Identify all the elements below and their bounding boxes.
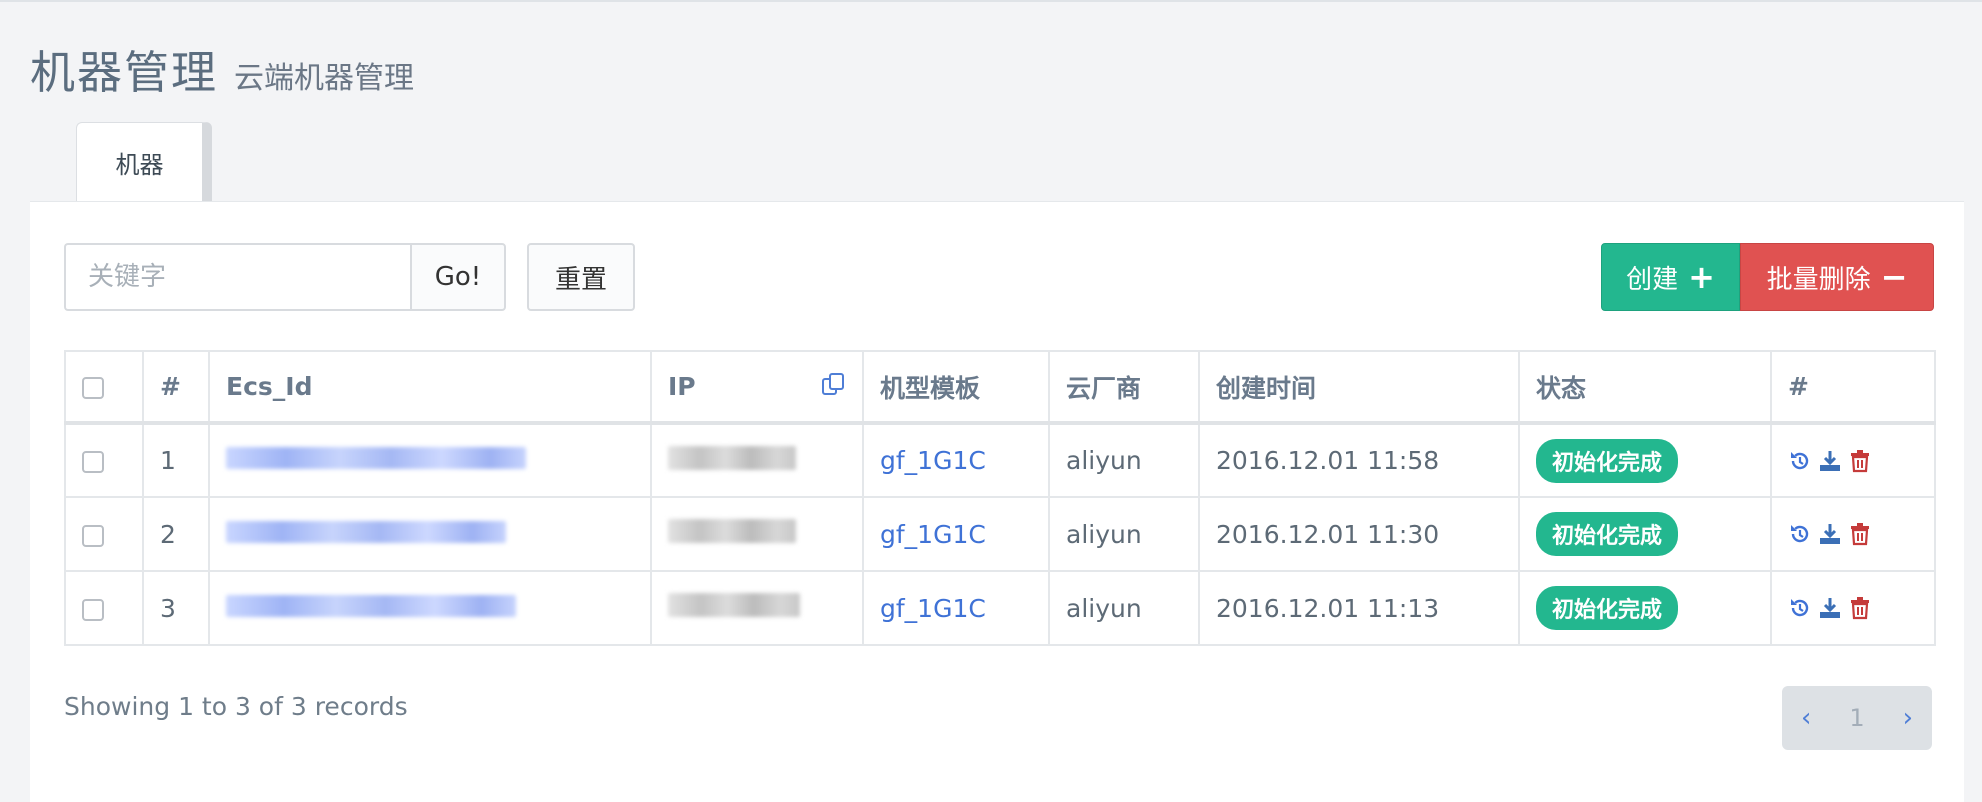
tab-label: 机器 (115, 151, 164, 179)
machines-table: # Ecs_Id IP 机型模板 云厂商 创建时间 状态 # 1 gf_1G1C… (64, 350, 1936, 646)
table-row: 1 gf_1G1C aliyun 2016.12.01 11:58 初始化完成 (64, 422, 1936, 498)
plus-icon: + (1688, 258, 1715, 296)
prev-page-button[interactable]: ‹ (1801, 703, 1811, 733)
tab-machines[interactable]: 机器 (76, 122, 212, 202)
trash-icon[interactable] (1848, 449, 1872, 473)
download-icon[interactable] (1818, 522, 1842, 546)
row-index: 1 (142, 422, 210, 498)
row-status: 初始化完成 (1518, 422, 1772, 498)
current-page[interactable]: 1 (1849, 704, 1864, 732)
row-ip (650, 422, 864, 498)
header-ip: IP (650, 350, 864, 425)
page-header: 机器管理 云端机器管理 (30, 36, 414, 101)
search-group: Go! (64, 243, 506, 311)
row-checkbox[interactable] (82, 598, 104, 621)
reset-button[interactable]: 重置 (527, 243, 635, 311)
top-border (0, 0, 1982, 2)
header-template: 机型模板 (862, 350, 1050, 425)
row-index: 2 (142, 496, 210, 572)
header-index: # (142, 350, 210, 425)
search-input[interactable] (64, 243, 410, 311)
row-actions (1770, 570, 1936, 646)
status-badge: 初始化完成 (1536, 586, 1679, 630)
create-button[interactable]: 创建 + (1601, 243, 1740, 311)
row-checkbox[interactable] (82, 451, 104, 473)
row-ecs-id (208, 496, 652, 572)
status-badge: 初始化完成 (1536, 438, 1679, 483)
status-badge: 初始化完成 (1536, 512, 1679, 556)
download-icon[interactable] (1818, 596, 1842, 620)
page-subtitle: 云端机器管理 (234, 61, 415, 96)
content-panel: Go! 重置 创建 + 批量删除 − # (30, 201, 1964, 802)
trash-icon[interactable] (1848, 522, 1872, 546)
row-created: 2016.12.01 11:30 (1198, 496, 1520, 572)
row-template-link[interactable]: gf_1G1C (862, 422, 1050, 498)
download-icon[interactable] (1818, 449, 1842, 473)
row-checkbox[interactable] (82, 524, 104, 547)
row-actions (1770, 496, 1936, 572)
batch-delete-button[interactable]: 批量删除 − (1740, 243, 1934, 311)
header-ecs-id[interactable]: Ecs_Id (208, 350, 652, 425)
records-summary: Showing 1 to 3 of 3 records (64, 692, 408, 721)
header-provider: 云厂商 (1048, 350, 1200, 425)
table-row: 2 gf_1G1C aliyun 2016.12.01 11:30 初始化完成 (64, 496, 1936, 572)
header-ip-label: IP (668, 372, 696, 401)
row-ip (650, 496, 864, 572)
table-row: 3 gf_1G1C aliyun 2016.12.01 11:13 初始化完成 (64, 570, 1936, 646)
row-status: 初始化完成 (1518, 496, 1772, 572)
row-ecs-id (208, 422, 652, 498)
row-provider: aliyun (1048, 570, 1200, 646)
create-button-label: 创建 (1626, 264, 1679, 295)
row-status: 初始化完成 (1518, 570, 1772, 646)
header-created: 创建时间 (1198, 350, 1520, 425)
copy-icon[interactable] (820, 371, 846, 403)
header-select-all (64, 350, 144, 425)
row-ip (650, 570, 864, 646)
row-provider: aliyun (1048, 496, 1200, 572)
header-status: 状态 (1518, 350, 1772, 425)
table-header-row: # Ecs_Id IP 机型模板 云厂商 创建时间 状态 # (64, 350, 1936, 425)
header-actions: # (1770, 350, 1936, 425)
go-button[interactable]: Go! (410, 243, 506, 311)
page-title: 机器管理 (30, 46, 219, 99)
row-index: 3 (142, 570, 210, 646)
pagination: ‹ 1 › (1782, 686, 1932, 750)
next-page-button[interactable]: › (1903, 703, 1913, 733)
history-icon[interactable] (1788, 449, 1812, 473)
row-template-link[interactable]: gf_1G1C (862, 496, 1050, 572)
minus-icon: − (1880, 258, 1908, 296)
history-icon[interactable] (1788, 596, 1812, 620)
row-created: 2016.12.01 11:13 (1198, 570, 1520, 646)
batch-delete-button-label: 批量删除 (1766, 264, 1871, 295)
trash-icon[interactable] (1848, 596, 1872, 620)
row-created: 2016.12.01 11:58 (1198, 422, 1520, 498)
row-actions (1770, 422, 1936, 498)
row-provider: aliyun (1048, 422, 1200, 498)
row-template-link[interactable]: gf_1G1C (862, 570, 1050, 646)
select-all-checkbox[interactable] (82, 377, 104, 399)
row-ecs-id (208, 570, 652, 646)
history-icon[interactable] (1788, 522, 1812, 546)
